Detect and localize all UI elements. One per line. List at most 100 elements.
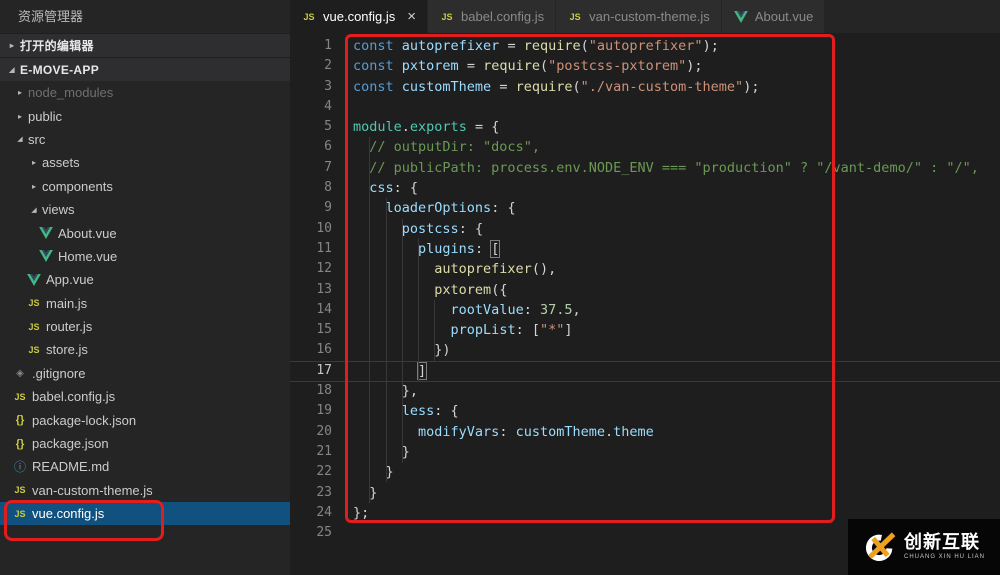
tree-item-vue-config-js[interactable]: JS vue.config.js xyxy=(0,502,290,526)
tree-item-label: main.js xyxy=(46,295,88,311)
code-text: } xyxy=(353,464,394,481)
tree-item-about-vue[interactable]: About.vue xyxy=(0,221,290,244)
code-line[interactable]: 22 } xyxy=(290,462,1000,482)
tree-item-readme-md[interactable]: ⓘ README.md xyxy=(0,455,290,478)
tree-item-node-modules[interactable]: ▸ node_modules xyxy=(0,81,290,104)
js-file-icon: JS xyxy=(14,391,26,402)
chevron-right-icon: ▸ xyxy=(17,111,22,121)
code-line[interactable]: 16 }) xyxy=(290,340,1000,360)
code-text: less: { xyxy=(401,403,459,420)
tree-item-src[interactable]: ◢ src xyxy=(0,128,290,151)
code-text: }, xyxy=(353,383,419,400)
section-open-editors[interactable]: ▸ 打开的编辑器 xyxy=(0,33,290,57)
tree-item-package-json[interactable]: {} package.json xyxy=(0,432,290,455)
tree-item-gitignore[interactable]: ◈ .gitignore xyxy=(0,362,290,385)
tree-item-components[interactable]: ▸ components xyxy=(0,175,290,198)
tab-bar: JS vue.config.js × JS babel.config.js JS van-c… xyxy=(290,0,1000,33)
tree-item-label: App.vue xyxy=(46,272,94,288)
code-text: rootValue: 37.5, xyxy=(450,301,581,318)
code-line[interactable]: 17 ] xyxy=(290,361,1000,381)
tree-item-label: assets xyxy=(42,155,80,171)
editor-surface[interactable]: 1 const autoprefixer = require("autoprefi… xyxy=(290,33,1000,575)
code-line[interactable]: 14 rootValue: 37.5, xyxy=(290,300,1000,320)
section-project-root[interactable]: ◢ E-MOVE-APP xyxy=(0,57,290,81)
tree-item-main-js[interactable]: JS main.js xyxy=(0,292,290,315)
code-line[interactable]: 11 plugins: [ xyxy=(290,239,1000,259)
line-number: 3 xyxy=(324,78,332,94)
code-line[interactable]: 13 pxtorem({ xyxy=(290,280,1000,300)
code-line[interactable]: 3 const customTheme = require("./van-cust… xyxy=(290,77,1000,97)
code-line[interactable]: 7 // publicPath: process.env.NODE_ENV ==… xyxy=(290,158,1000,178)
line-number: 5 xyxy=(324,119,332,135)
tree-item-package-lock-json[interactable]: {} package-lock.json xyxy=(0,408,290,431)
tab-babel-config-js[interactable]: JS babel.config.js xyxy=(428,0,556,33)
tree-item-label: package.json xyxy=(32,436,109,452)
code-line[interactable]: 19 less: { xyxy=(290,401,1000,421)
editor-area: JS vue.config.js × JS babel.config.js JS van-c… xyxy=(290,0,1000,575)
tree-item-router-js[interactable]: JS router.js xyxy=(0,315,290,338)
code-line[interactable]: 8 css: { xyxy=(290,178,1000,198)
tree-item-label: src xyxy=(28,131,46,147)
vue-file-icon xyxy=(39,227,53,240)
code-line[interactable]: 5 module.exports = { xyxy=(290,117,1000,137)
code-line[interactable]: 1 const autoprefixer = require("autoprefi… xyxy=(290,36,1000,56)
code-line[interactable]: 18 }, xyxy=(290,381,1000,401)
js-file-icon: JS xyxy=(14,485,26,496)
js-file-icon: JS xyxy=(28,298,40,309)
watermark-brand: 创新互联 xyxy=(903,532,980,553)
tree-item-label: store.js xyxy=(46,342,88,358)
code-line[interactable]: 9 loaderOptions: { xyxy=(290,198,1000,218)
code-text: plugins: [ xyxy=(418,239,501,258)
brand-logo-icon xyxy=(865,532,896,562)
code-text: modifyVars: customTheme.theme xyxy=(418,423,654,440)
tree-item-label: Home.vue xyxy=(58,248,118,264)
tab-about-vue[interactable]: About.vue xyxy=(721,0,825,33)
tree-item-views[interactable]: ◢ views xyxy=(0,198,290,221)
code-line[interactable]: 10 postcss: { xyxy=(290,219,1000,239)
file-tree: ▸ node_modules ▸ public ◢ src ▸ assets ▸ componen… xyxy=(0,81,290,575)
json-file-icon: {} xyxy=(15,437,25,450)
code-line[interactable]: 21 } xyxy=(290,442,1000,462)
tree-item-public[interactable]: ▸ public xyxy=(0,104,290,127)
chevron-right-icon: ▸ xyxy=(31,181,36,191)
code-line[interactable]: 15 propList: ["*"] xyxy=(290,320,1000,340)
close-icon[interactable]: × xyxy=(407,9,416,24)
tab-van-custom-theme-js[interactable]: JS van-custom-theme.js xyxy=(556,0,721,33)
line-number: 25 xyxy=(316,525,332,541)
code-line[interactable]: 2 const pxtorem = require("postcss-pxtore… xyxy=(290,56,1000,76)
line-number: 24 xyxy=(316,504,332,520)
tab-vue-config-js[interactable]: JS vue.config.js × xyxy=(290,0,428,33)
js-file-icon: JS xyxy=(28,321,40,332)
code-line[interactable]: 6 // outputDir: "docs", xyxy=(290,137,1000,157)
vue-file-icon xyxy=(27,273,41,286)
section-label: 打开的编辑器 xyxy=(20,39,94,53)
code-text: // publicPath: process.env.NODE_ENV === … xyxy=(369,159,979,176)
watermark: 创新互联 CHUANG XIN HU LIAN xyxy=(848,519,1000,575)
tree-item-van-custom-theme-js[interactable]: JS van-custom-theme.js xyxy=(0,479,290,502)
tree-item-store-js[interactable]: JS store.js xyxy=(0,338,290,361)
tree-item-babel-config-js[interactable]: JS babel.config.js xyxy=(0,385,290,408)
code-text: }; xyxy=(353,504,370,521)
code-line[interactable]: 12 autoprefixer(), xyxy=(290,259,1000,279)
tab-label: vue.config.js xyxy=(323,9,396,24)
code-line[interactable]: 23 } xyxy=(290,483,1000,503)
code-text: const customTheme = require("./van-custo… xyxy=(353,78,760,95)
line-number: 6 xyxy=(324,139,332,155)
tree-item-assets[interactable]: ▸ assets xyxy=(0,151,290,174)
js-file-icon: JS xyxy=(14,508,26,519)
code-text: ] xyxy=(417,361,428,380)
tree-item-label: node_modules xyxy=(28,85,114,101)
tree-item-app-vue[interactable]: App.vue xyxy=(0,268,290,291)
code-line[interactable]: 4 xyxy=(290,97,1000,117)
tree-item-label: public xyxy=(28,108,62,124)
line-number: 13 xyxy=(316,281,332,297)
line-number: 12 xyxy=(316,261,332,277)
watermark-subtext: CHUANG XIN HU LIAN xyxy=(903,554,985,561)
explorer-sidebar: 资源管理器 ▸ 打开的编辑器 ◢ E-MOVE-APP ▸ node_module… xyxy=(0,0,290,575)
line-number: 7 xyxy=(324,159,332,175)
js-file-icon: JS xyxy=(28,344,40,355)
tree-item-home-vue[interactable]: Home.vue xyxy=(0,245,290,268)
vue-file-icon xyxy=(39,250,53,263)
line-number: 2 xyxy=(324,58,332,74)
code-line[interactable]: 20 modifyVars: customTheme.theme xyxy=(290,422,1000,442)
